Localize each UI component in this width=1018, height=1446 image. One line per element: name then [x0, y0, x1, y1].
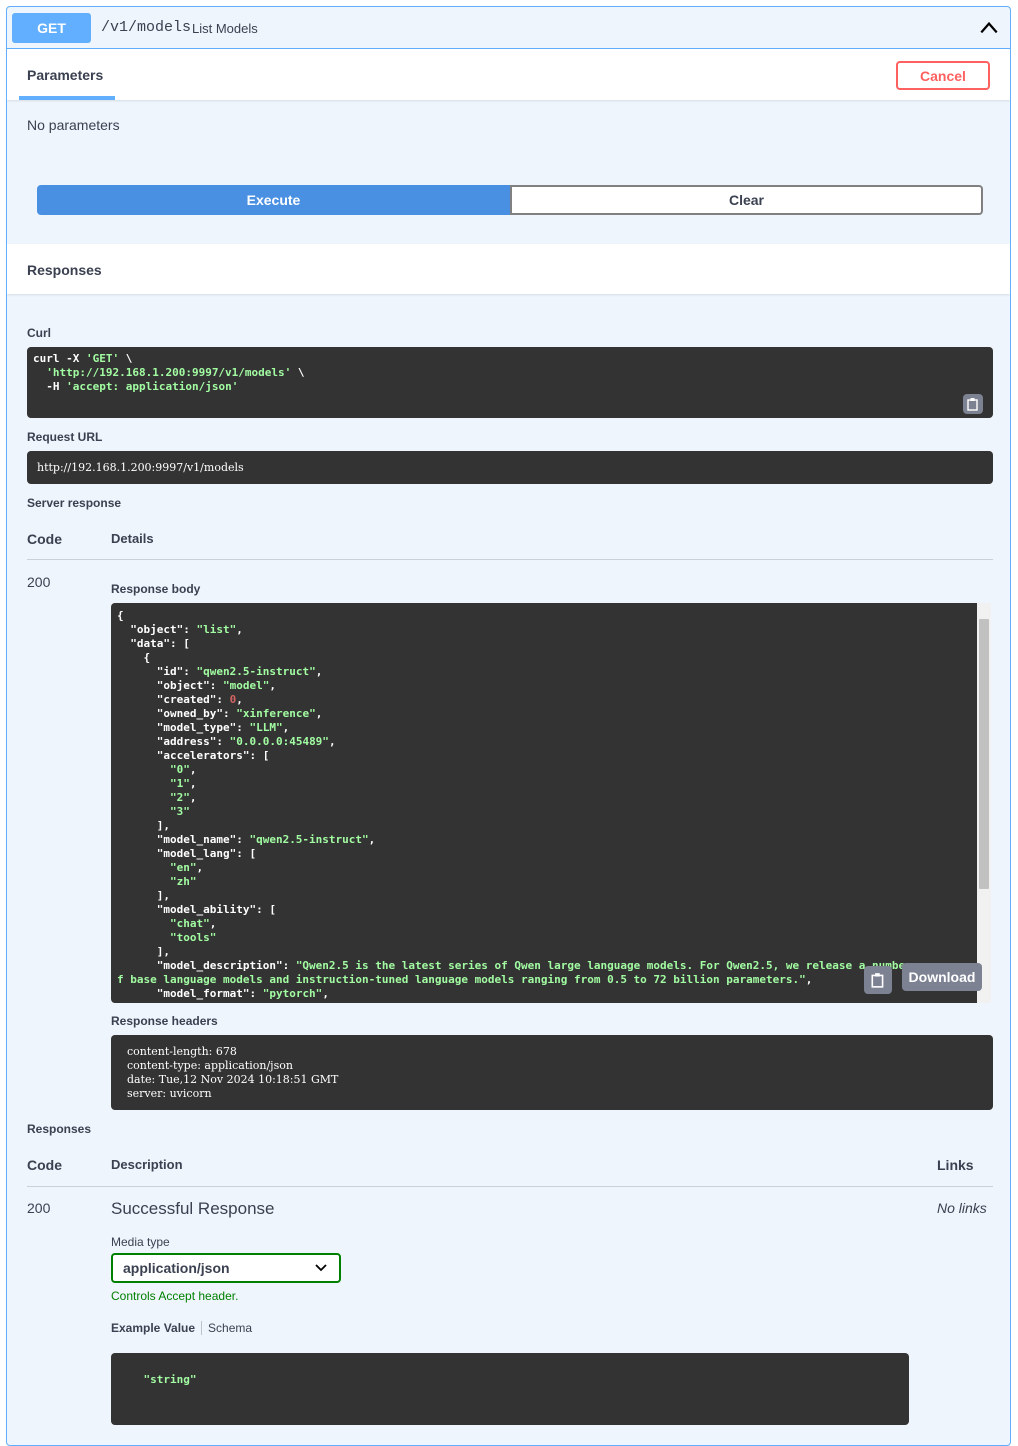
response-headers-label: Response headers [111, 1014, 218, 1028]
download-button[interactable]: Download [902, 963, 982, 991]
tab-parameters[interactable]: Parameters [19, 49, 115, 100]
curl-line: 'http://192.168.1.200:9997/v1/models' \ [46, 366, 305, 379]
response-body-line: "data": [ [117, 637, 190, 650]
cancel-button[interactable]: Cancel [896, 61, 990, 90]
responses-title: Responses [27, 262, 102, 278]
no-parameters-text: No parameters [27, 117, 120, 133]
details-header: Details [111, 531, 154, 546]
response-body-line: "0", [169, 763, 197, 776]
response-body-line: "object": "list", [117, 623, 243, 636]
response-body-line: "model_lang": [ [117, 847, 257, 860]
response-body-line: "model_ability": [ [117, 903, 276, 916]
response-body-line: "2", [169, 791, 197, 804]
response-body-line: "3" [169, 805, 190, 818]
response-body-line: "address": "0.0.0.0:45489", [117, 735, 336, 748]
code-header: Code [27, 531, 62, 547]
response-body-label: Response body [111, 582, 201, 596]
doc-response-links: No links [937, 1200, 987, 1216]
doc-code-header: Code [27, 1157, 62, 1173]
endpoint-path: /v1/models [101, 19, 192, 36]
server-response-label: Server response [27, 496, 122, 510]
response-body-line: "model_type": "LLM", [117, 721, 290, 734]
response-headers-code[interactable]: content-length: 678 content-type: applica… [111, 1035, 993, 1110]
response-body-line: "zh" [169, 875, 197, 888]
response-body-line: "1", [169, 777, 197, 790]
response-body-line: ], [117, 819, 170, 832]
response-body-line: "owned_by": "xinference", [117, 707, 323, 720]
response-body-line: { [117, 609, 124, 622]
chevron-down-icon [315, 1264, 327, 1272]
response-header-line: date: Tue,12 Nov 2024 10:18:51 GMT [127, 1073, 339, 1086]
response-body-scrollbar[interactable] [977, 603, 991, 1003]
documented-responses-title: Responses [27, 1122, 92, 1136]
doc-table-divider [27, 1186, 993, 1187]
response-body-line: f base language models and instruction-t… [117, 973, 813, 986]
curl-label: Curl [27, 326, 51, 340]
tab-example-value[interactable]: Example Value [111, 1321, 203, 1335]
copy-icon[interactable] [864, 966, 892, 994]
response-header-line: content-type: application/json [127, 1059, 293, 1072]
response-body-line: "en", [169, 861, 204, 874]
copy-icon[interactable] [963, 394, 983, 414]
clear-button[interactable]: Clear [510, 185, 983, 215]
response-body-line: "object": "model", [117, 679, 276, 692]
response-body-code[interactable]: { "object": "list", "data": [ { "id": "q… [111, 603, 977, 1003]
execute-wrapper: Execute Clear [37, 185, 983, 215]
response-body-line: ], [117, 945, 170, 958]
response-body-line: "tools" [169, 931, 217, 944]
request-url-label: Request URL [27, 430, 103, 444]
scrollbar-thumb[interactable] [979, 619, 989, 889]
curl-line: curl -X 'GET' \ [33, 352, 133, 365]
response-body-line: "model_description": "Qwen2.5 is the lat… [117, 959, 925, 972]
media-type-select[interactable]: application/json [111, 1253, 341, 1283]
example-value-code[interactable]: "string" [111, 1353, 909, 1425]
doc-description-header: Description [111, 1157, 183, 1172]
response-body-line: "model_name": "qwen2.5-instruct", [117, 833, 376, 846]
curl-code[interactable]: curl -X 'GET' \ 'http://192.168.1.200:99… [27, 347, 993, 418]
execute-button[interactable]: Execute [37, 185, 510, 215]
doc-response-code: 200 [27, 1200, 51, 1216]
doc-response-description: Successful Response [111, 1199, 275, 1218]
tab-schema[interactable]: Schema [202, 1321, 252, 1335]
response-header-line: server: uvicorn [127, 1087, 212, 1100]
response-body-line: "id": "qwen2.5-instruct", [117, 665, 323, 678]
media-type-label: Media type [111, 1235, 170, 1249]
chevron-up-icon[interactable] [978, 17, 1000, 39]
status-code: 200 [27, 574, 51, 590]
response-body-line: "chat", [169, 917, 217, 930]
example-tabs: Example Value Schema [111, 1321, 252, 1335]
method-badge: GET [12, 13, 91, 43]
opblock-get-models: GET /v1/models List Models Parameters Ca… [6, 6, 1011, 1446]
parameters-header: Parameters Cancel [7, 49, 1010, 100]
response-header-line: content-length: 678 [127, 1045, 237, 1058]
opblock-summary[interactable]: GET /v1/models List Models [7, 7, 1010, 49]
response-body-line: "accelerators": [ [117, 749, 270, 762]
response-body-line: "model_format": "pytorch", [117, 987, 329, 1000]
request-url[interactable]: http://192.168.1.200:9997/v1/models [27, 451, 993, 484]
example-value-text: "string" [143, 1373, 197, 1386]
doc-links-header: Links [937, 1157, 974, 1173]
response-body-line: { [117, 651, 151, 664]
media-type-value: application/json [123, 1260, 230, 1276]
table-divider [27, 559, 993, 560]
accept-header-note: Controls Accept header. [111, 1289, 239, 1303]
response-body-line: ], [117, 889, 170, 902]
curl-line: -H 'accept: application/json' [33, 380, 239, 393]
endpoint-summary: List Models [192, 21, 258, 36]
response-body-line: "created": 0, [117, 693, 243, 706]
responses-header: Responses [7, 244, 1010, 294]
